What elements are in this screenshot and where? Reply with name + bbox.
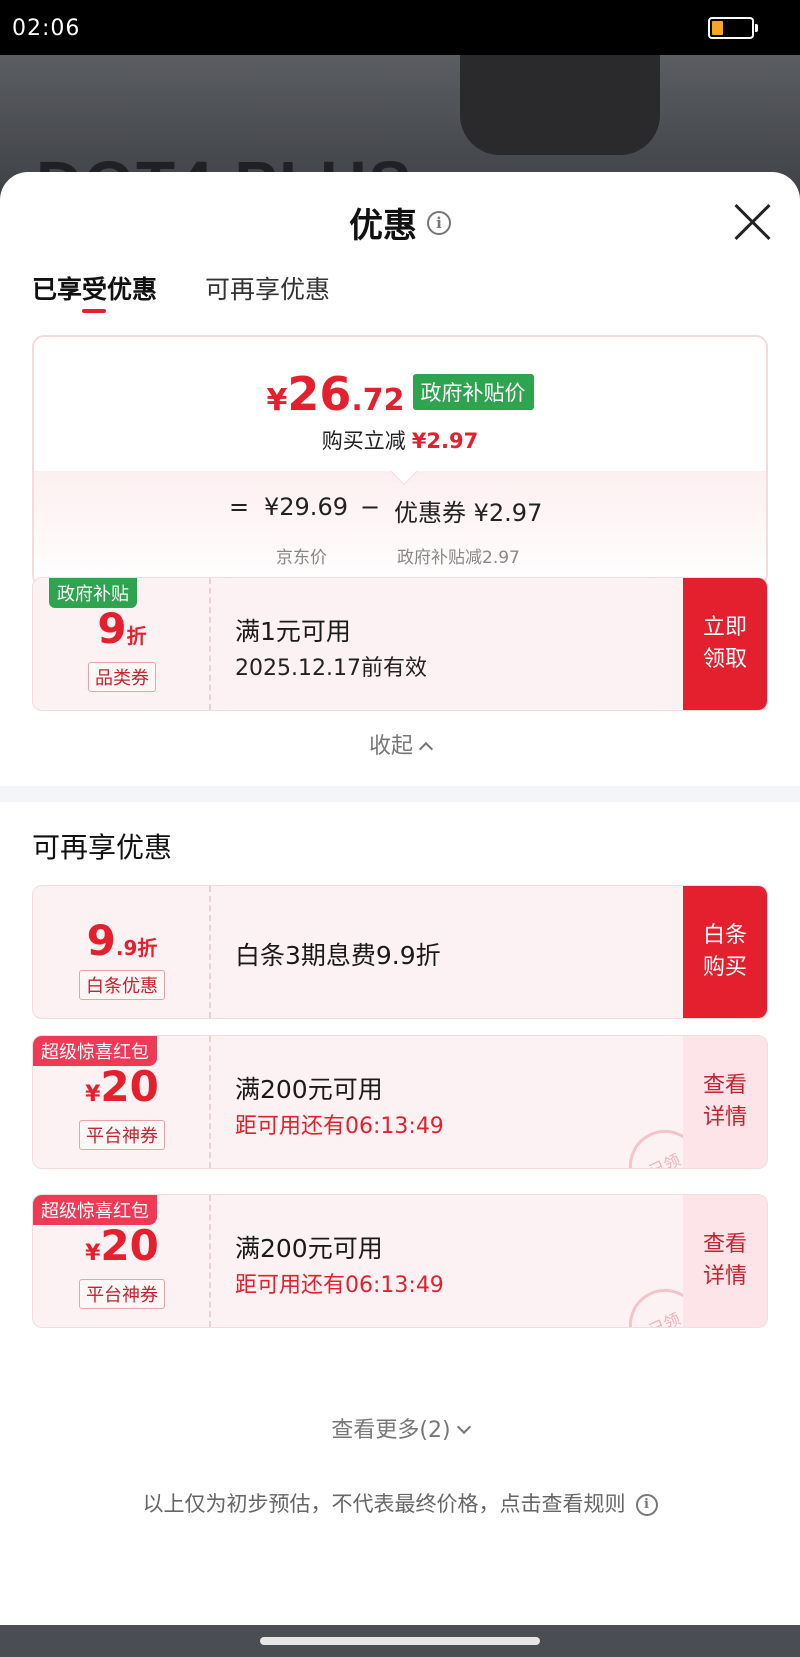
baitiao-buy-button[interactable]: 白条购买 <box>683 886 767 1018</box>
gov-subsidy-caption: 政府补贴减2.97 <box>397 548 520 568</box>
product-cap <box>460 55 660 155</box>
instant-discount-label: 购买立减 <box>321 429 406 453</box>
coupon-amount-value: ¥20 <box>33 1062 211 1111</box>
coupon-validity: 2025.12.17前有效 <box>235 656 427 681</box>
home-indicator[interactable] <box>260 1637 540 1645</box>
close-icon[interactable] <box>732 202 772 242</box>
instant-discount-amount: ¥2.97 <box>411 429 479 453</box>
active-tab-indicator <box>82 309 106 313</box>
jd-price: ¥29.69 <box>264 493 348 521</box>
chevron-down-icon <box>456 1419 471 1435</box>
status-time: 02:06 <box>12 16 81 41</box>
sheet-title: 优惠 <box>349 206 417 246</box>
final-price-integer: 26 <box>287 367 352 421</box>
view-details-button[interactable]: 查看详情 <box>683 1195 767 1327</box>
coupon-discount-number: 9 <box>86 916 116 965</box>
view-details-button[interactable]: 查看详情 <box>683 1036 767 1168</box>
battery-level <box>712 21 723 35</box>
instant-discount-line: 购买立减 ¥2.97 <box>34 425 766 455</box>
coupon-value-panel: 超级惊喜红包 ¥20 平台神券 <box>33 1195 211 1327</box>
coupon-condition: 满200元可用 <box>235 1075 383 1104</box>
coupon-discount-unit: 折 <box>126 624 147 648</box>
coupon-condition: 满1元可用 <box>235 617 351 646</box>
coupon-currency: ¥ <box>85 1241 101 1266</box>
baitiao-buy-label: 白条购买 <box>702 923 747 980</box>
final-price-currency: ¥ <box>266 383 288 418</box>
claim-now-button[interactable]: 立即领取 <box>683 578 767 710</box>
coupon-type-label: 平台神券 <box>79 1120 165 1150</box>
view-details-label: 查看详情 <box>702 1073 747 1130</box>
baitiao-coupon: 9.9折 白条优惠 白条3期息费9.9折 白条购买 <box>32 885 768 1019</box>
coupon-type-label: 品类券 <box>88 662 156 692</box>
see-more-button[interactable]: 查看更多(2) <box>0 1412 800 1444</box>
coupon-discount-number: 9 <box>97 604 127 653</box>
coupon-condition: 满200元可用 <box>235 1234 383 1263</box>
claim-now-label: 立即领取 <box>702 615 747 672</box>
coupon-value-panel: 9.9折 白条优惠 <box>33 886 211 1018</box>
collapse-button[interactable]: 收起 <box>0 728 800 760</box>
final-price: ¥26.72 政府补贴价 <box>34 367 766 421</box>
jd-price-caption: 京东价 <box>276 548 327 568</box>
home-indicator-area <box>0 1625 800 1657</box>
final-price-decimal: .72 <box>351 383 405 418</box>
disclaimer-link[interactable]: 以上仅为初步预估，不代表最终价格，点击查看规则 i <box>0 1488 800 1518</box>
coupon-condition: 白条3期息费9.9折 <box>235 941 441 970</box>
coupon-countdown: 距可用还有06:13:49 <box>235 1273 444 1298</box>
battery-icon <box>708 17 758 39</box>
red-packet-coupon: 超级惊喜红包 ¥20 平台神券 满200元可用 距可用还有06:13:49 已领… <box>32 1035 768 1169</box>
coupon-countdown: 距可用还有06:13:49 <box>235 1114 444 1139</box>
tab-more-discounts[interactable]: 可再享优惠 <box>205 270 330 306</box>
chevron-up-icon <box>418 741 434 757</box>
view-details-label: 查看详情 <box>702 1232 747 1289</box>
collapse-label: 收起 <box>368 734 413 759</box>
equals-sign: = <box>229 493 250 521</box>
disclaimer-text: 以上仅为初步预估，不代表最终价格，点击查看规则 <box>142 1492 626 1516</box>
coupon-amount-number: 20 <box>100 1062 159 1111</box>
coupon-type-label: 平台神券 <box>79 1279 165 1309</box>
section-title-more-discounts: 可再享优惠 <box>32 831 173 864</box>
red-packet-coupon: 超级惊喜红包 ¥20 平台神券 满200元可用 距可用还有06:13:49 已领… <box>32 1194 768 1328</box>
coupon-amount-number: 20 <box>100 1221 159 1270</box>
info-icon[interactable]: i <box>635 1494 658 1516</box>
coupon-type-label: 白条优惠 <box>79 970 165 1000</box>
tab-enjoyed-discounts[interactable]: 已享受优惠 <box>32 270 157 306</box>
coupon-value-panel: 政府补贴 9折 品类券 <box>33 578 211 710</box>
coupon-discount-value: 9.9折 <box>33 916 211 965</box>
gov-subsidy-coupon: 政府补贴 9折 品类券 满1元可用 2025.12.17前有效 立即领取 <box>32 577 768 711</box>
discount-sheet: 优惠 i 已享受优惠 可再享优惠 ¥26.72 政府补贴价 购买立减 ¥2.97 = … <box>0 172 800 1625</box>
section-divider <box>0 786 800 802</box>
sheet-header: 优惠 i <box>0 198 800 247</box>
see-more-label: 查看更多(2) <box>331 1418 451 1443</box>
price-breakdown-bg <box>34 471 766 585</box>
coupon-amount: 优惠券 ¥2.97 <box>394 499 543 527</box>
price-breakdown-card: ¥26.72 政府补贴价 购买立减 ¥2.97 = ¥29.69 − 优惠券 ¥2.… <box>32 335 768 587</box>
coupon-discount-value: 9折 <box>33 604 211 653</box>
coupon-discount-unit: .9折 <box>115 936 158 960</box>
gov-subsidy-price-tag: 政府补贴价 <box>412 374 534 410</box>
coupon-amount-value: ¥20 <box>33 1221 211 1270</box>
info-icon[interactable]: i <box>427 210 451 235</box>
minus-sign: − <box>360 493 381 521</box>
status-bar: 02:06 <box>0 0 800 55</box>
coupon-value-panel: 超级惊喜红包 ¥20 平台神券 <box>33 1036 211 1168</box>
coupon-currency: ¥ <box>85 1082 101 1107</box>
